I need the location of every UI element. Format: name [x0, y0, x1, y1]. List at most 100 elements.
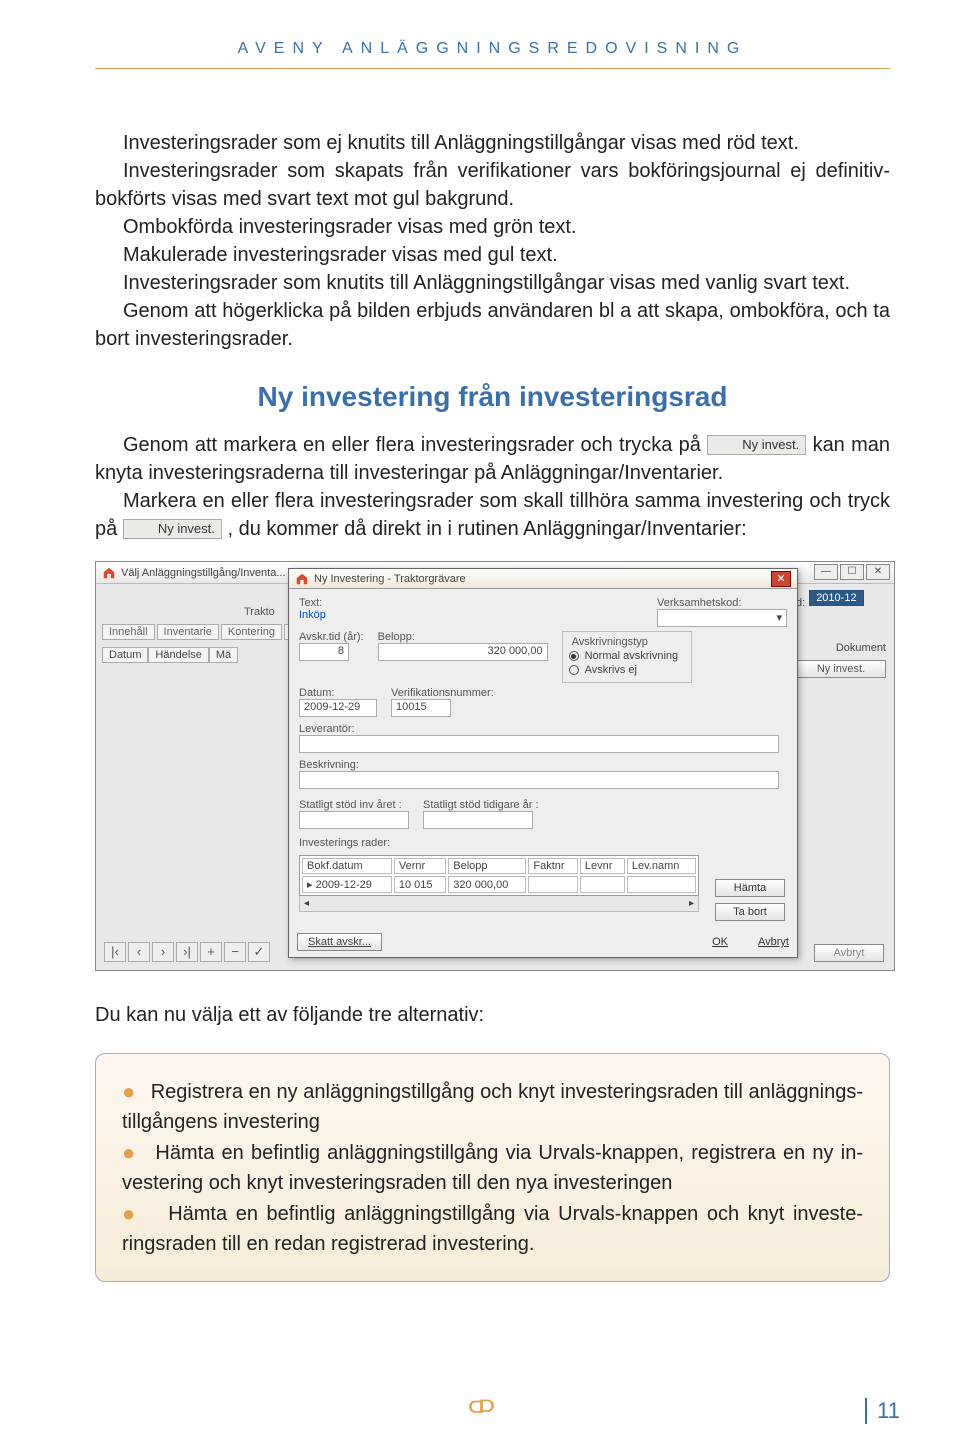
bullet-icon: ●: [122, 1201, 138, 1226]
intro-paragraph: Investeringsrader som ej knutits till An…: [95, 129, 890, 353]
bg-columns: Datum Händelse Mä: [102, 647, 238, 663]
avskrivningstyp-group: Avskrivningstyp Normal avskrivning Avskr…: [562, 631, 692, 683]
nav-check-icon[interactable]: ✓: [248, 942, 270, 962]
bg-date-box[interactable]: 2010-12: [809, 590, 863, 606]
tab-inventarie[interactable]: Inventarie: [157, 624, 219, 640]
minimize-icon[interactable]: —: [814, 564, 838, 580]
label-belopp: Belopp:: [378, 631, 548, 643]
bg-right-panel: d: 2010-12 Dokument Ny invest.: [796, 590, 886, 678]
label-verksamhetskod: Verksamhetskod:: [657, 597, 787, 609]
bg-dokument-label[interactable]: Dokument: [796, 642, 886, 654]
input-belopp[interactable]: 320 000,00: [378, 643, 548, 661]
nav-next-icon[interactable]: ›: [152, 942, 174, 962]
bg-trakto-label: Trakto: [244, 606, 275, 618]
table-row[interactable]: ▸ 2009-12-29 10 015 320 000,00: [302, 876, 696, 893]
td-date: 2009-12-29: [316, 879, 372, 891]
label-leverantor: Leverantör:: [299, 723, 787, 735]
value-text[interactable]: Inköp: [299, 609, 326, 621]
th-faktnr: Faktnr: [528, 858, 577, 874]
input-stod1[interactable]: [299, 811, 409, 829]
nav-buttons: |‹ ‹ › ›| + − ✓: [104, 942, 270, 962]
bg-ny-invest-button[interactable]: Ny invest.: [796, 660, 886, 678]
bg-window-title: Välj Anläggningstillgång/Inventa...: [121, 567, 286, 579]
radio-ej-label: Avskrivs ej: [585, 664, 637, 676]
input-datum[interactable]: 2009-12-29: [299, 699, 377, 717]
col-ma: Mä: [209, 647, 238, 663]
box-item-3: Hämta en befintlig anläggningstillgång v…: [122, 1203, 863, 1255]
input-stod2[interactable]: [423, 811, 533, 829]
header-rule: [95, 68, 890, 69]
nav-first-icon[interactable]: |‹: [104, 942, 126, 962]
bg-tabs: Innehåll Inventarie Kontering Öv: [102, 624, 312, 640]
section-heading: Ny investering från investeringsrad: [95, 381, 890, 413]
input-verksamhetskod[interactable]: ▾: [657, 609, 787, 627]
tab-innehall[interactable]: Innehåll: [102, 624, 155, 640]
p1-l1: Investeringsrader som ej knutits till An…: [95, 129, 890, 157]
dialog-title: Ny Investering - Traktorgrävare: [314, 573, 466, 585]
label-stod1: Statligt stöd inv året :: [299, 799, 409, 811]
avbryt-button[interactable]: Avbryt: [758, 936, 789, 948]
label-beskrivning: Beskrivning:: [299, 759, 787, 771]
paragraph-2: Genom att markera en eller flera investe…: [95, 431, 890, 543]
th-levnr: Levnr: [580, 858, 625, 874]
nav-minus-icon[interactable]: −: [224, 942, 246, 962]
col-handelse: Händelse: [148, 647, 208, 663]
ok-button[interactable]: OK: [712, 936, 728, 948]
ny-invest-inline-button-1[interactable]: Ny invest.: [707, 435, 806, 455]
ny-invest-inline-button-2[interactable]: Ny invest.: [123, 519, 222, 539]
td-levnamn: [627, 876, 696, 893]
nav-prev-icon[interactable]: ‹: [128, 942, 150, 962]
info-box: ● Registrera en ny anläggningstillgång o…: [95, 1053, 890, 1282]
td-faktnr: [528, 876, 577, 893]
app-screenshot: Välj Anläggningstillgång/Inventa... — ☐ …: [95, 561, 895, 971]
hamta-button[interactable]: Hämta: [715, 879, 785, 897]
td-levnr: [580, 876, 625, 893]
radio-avskrivs-ej[interactable]: Avskrivs ej: [569, 664, 685, 676]
skatt-avskr-button[interactable]: Skatt avskr...: [297, 933, 382, 951]
page-number: 11: [865, 1398, 900, 1424]
bg-avbryt-button[interactable]: Avbryt: [814, 944, 884, 962]
th-levnamn: Lev.namn: [627, 858, 696, 874]
input-avskrtid[interactable]: 8: [299, 643, 349, 661]
after-shot-text: Du kan nu välja ett av följande tre alte…: [95, 1001, 890, 1029]
footer-logo-icon: ⫏⫐: [469, 1392, 491, 1420]
label-datum: Datum:: [299, 687, 377, 699]
p1-l2: Investeringsrader som skapats från verif…: [95, 157, 890, 213]
table-scrollbar[interactable]: ◂▸: [299, 896, 699, 912]
box-item-1: Registrera en ny anläggningstillgång och…: [122, 1081, 863, 1133]
label-avskrivningstyp: Avskrivningstyp: [569, 636, 651, 648]
th-vernr: Vernr: [394, 858, 446, 874]
input-leverantor[interactable]: [299, 735, 779, 753]
investeringsrader-table: Bokf.datum Vernr Belopp Faktnr Levnr Lev…: [299, 855, 699, 896]
nav-plus-icon[interactable]: +: [200, 942, 222, 962]
p1-l5: Investeringsrader som knutits till Anläg…: [95, 269, 890, 297]
input-beskrivning[interactable]: [299, 771, 779, 789]
home-icon: [102, 566, 116, 580]
p2b-2: , du kommer då direkt in i rutinen Anläg…: [227, 518, 746, 540]
p2a-1: Genom att markera en eller flera investe…: [123, 434, 707, 456]
p1-l3: Ombokförda investeringsrader visas med g…: [95, 213, 890, 241]
td-belopp: 320 000,00: [448, 876, 526, 893]
p1-l6: Genom att högerklicka på bilden erbjuds …: [95, 297, 890, 353]
maximize-icon[interactable]: ☐: [840, 564, 864, 580]
col-datum: Datum: [102, 647, 148, 663]
ta-bort-button[interactable]: Ta bort: [715, 903, 785, 921]
nav-last-icon[interactable]: ›|: [176, 942, 198, 962]
label-text: Text:: [299, 597, 326, 609]
label-avskrtid: Avskr.tid (år):: [299, 631, 364, 643]
dialog-close-icon[interactable]: ✕: [771, 571, 791, 587]
label-verifnr: Verifikationsnummer:: [391, 687, 494, 699]
radio-normal[interactable]: Normal avskrivning: [569, 650, 685, 662]
tab-kontering[interactable]: Kontering: [221, 624, 282, 640]
ny-investering-dialog: Ny Investering - Traktorgrävare ✕ Text: …: [288, 568, 798, 958]
bullet-icon: ●: [122, 1079, 135, 1104]
dialog-titlebar: Ny Investering - Traktorgrävare ✕: [289, 569, 797, 589]
input-verifnr[interactable]: 10015: [391, 699, 451, 717]
close-icon[interactable]: ✕: [866, 564, 890, 580]
box-item-2: Hämta en befintlig anläggningstillgång v…: [122, 1142, 863, 1194]
dropdown-icon[interactable]: ▾: [776, 611, 782, 624]
label-stod2: Statligt stöd tidigare år :: [423, 799, 539, 811]
radio-normal-label: Normal avskrivning: [585, 650, 679, 662]
bullet-icon: ●: [122, 1140, 137, 1165]
th-bokfdatum: Bokf.datum: [302, 858, 392, 874]
